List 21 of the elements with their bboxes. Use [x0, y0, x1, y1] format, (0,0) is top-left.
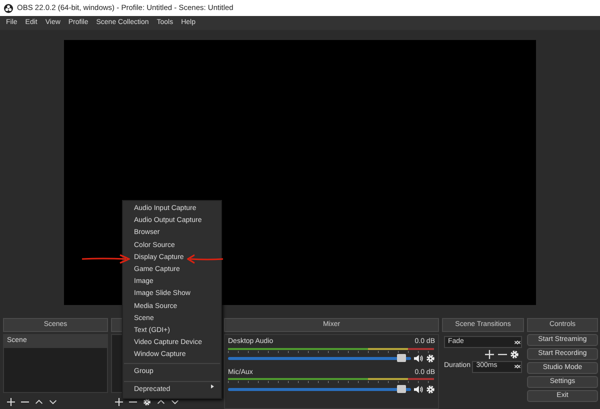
- slider-thumb[interactable]: [396, 384, 406, 392]
- app-logo-icon: [4, 4, 13, 12]
- settings-icon[interactable]: [426, 384, 435, 394]
- move-down-icon[interactable]: [49, 398, 57, 406]
- settings-icon[interactable]: [426, 354, 435, 363]
- move-up-icon[interactable]: [157, 398, 165, 406]
- spin-arrows-icon: [514, 362, 521, 371]
- settings-icon[interactable]: [143, 398, 151, 406]
- settings-icon[interactable]: [510, 350, 519, 359]
- volume-slider[interactable]: [228, 388, 411, 390]
- slider-thumb[interactable]: [396, 354, 406, 362]
- add-icon[interactable]: [7, 398, 15, 406]
- add-icon[interactable]: [485, 350, 494, 359]
- move-up-icon[interactable]: [35, 398, 43, 406]
- arrow-icon: [82, 254, 130, 264]
- speaker-icon[interactable]: [414, 384, 423, 394]
- volume-slider[interactable]: [228, 357, 411, 360]
- add-icon[interactable]: [115, 398, 123, 406]
- speaker-icon[interactable]: [414, 354, 423, 363]
- arrow-icon: [187, 254, 223, 264]
- move-down-icon[interactable]: [171, 398, 179, 406]
